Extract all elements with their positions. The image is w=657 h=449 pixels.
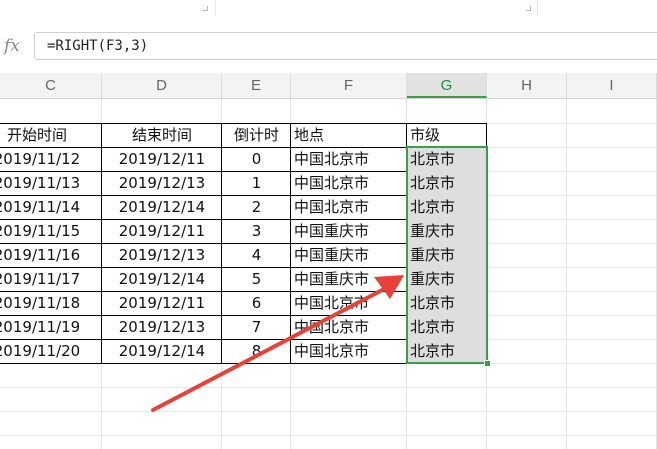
red-arrow-annotation [151,275,404,412]
column-header-d[interactable]: D [102,73,222,98]
formula-input[interactable]: =RIGHT(F3,3) [34,32,657,60]
fx-icon[interactable]: fx [4,36,20,56]
ribbon-expand-icon[interactable] [203,6,208,11]
formula-text: =RIGHT(F3,3) [47,38,149,54]
sheet-grid[interactable]: 开始时间 结束时间 倒计时 地点 市级 2019/11/12 2019/12/1… [0,99,657,449]
column-header-h[interactable]: H [487,73,567,98]
column-header-i[interactable]: I [567,73,657,98]
column-header-c[interactable]: C [0,73,102,98]
column-header-g[interactable]: G [407,73,487,98]
column-header-e[interactable]: E [222,73,291,98]
column-header-f[interactable]: F [291,73,407,98]
ribbon-strip [0,0,657,19]
ribbon-divider [537,0,538,16]
column-header-bar: C D E F G H I [0,73,657,99]
ribbon-divider [215,0,216,16]
ribbon-expand-icon[interactable] [526,6,531,11]
formula-bar: fx =RIGHT(F3,3) [0,18,657,73]
